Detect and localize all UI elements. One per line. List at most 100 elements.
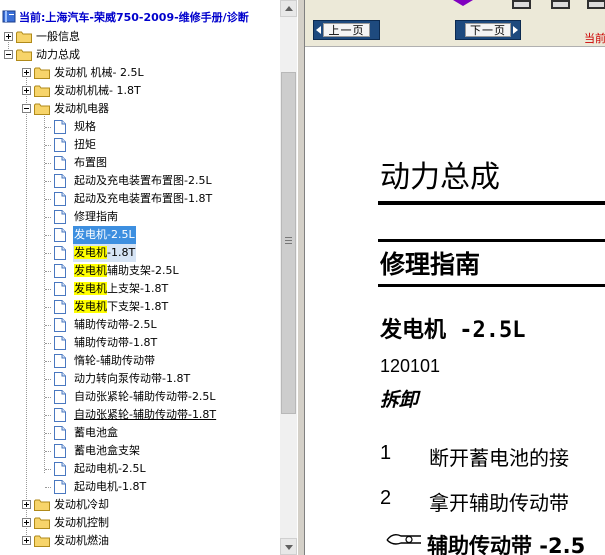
tree-item-label: 扭矩 [74, 138, 96, 151]
tree-header-text: 当前:上海汽车-荣威750-2009-维修手册/诊断 [19, 11, 249, 24]
tree-guide-line [45, 163, 51, 164]
tree-folder-item[interactable]: 发动机机械- 1.8T [0, 82, 280, 100]
expand-icon[interactable] [22, 500, 31, 509]
tree-page-item[interactable]: 辅助传动带-1.8T [0, 334, 280, 352]
section-heading: 修理指南 [380, 250, 481, 279]
tree-folder-item[interactable]: 一般信息 [0, 28, 280, 46]
tree-guide-line [45, 433, 51, 434]
prev-page-button[interactable]: 上一页 [313, 20, 380, 40]
window-icon-2[interactable] [551, 0, 570, 9]
tree-page-item[interactable]: 修理指南 [0, 208, 280, 226]
tree-folder-item[interactable]: 发动机电器 [0, 100, 280, 118]
tree-page-item[interactable]: 布置图 [0, 154, 280, 172]
tree-guide-line [45, 397, 51, 398]
tree-item-label: 动力转向泵传动带-1.8T [74, 372, 191, 385]
tree-page-item[interactable]: 发电机-1.8T [0, 244, 280, 262]
tree-guide-line [45, 415, 51, 416]
page-icon [54, 120, 66, 134]
folder-icon [34, 517, 50, 529]
tree-page-item[interactable]: 自动张紧轮-辅助传动带-2.5L [0, 388, 280, 406]
tree-page-item[interactable]: 蓄电池盒支架 [0, 442, 280, 460]
tree-page-item[interactable]: 扭矩 [0, 136, 280, 154]
tree-item-label: 自动张紧轮-辅助传动带-1.8T [74, 408, 217, 421]
window-icon[interactable] [512, 0, 531, 9]
expand-icon[interactable] [22, 518, 31, 527]
tree-item-label: 发电机-1.8T [73, 244, 137, 262]
page-icon [54, 192, 66, 206]
procedure-title: 发电机 -2.5L [380, 318, 526, 343]
pane-splitter[interactable] [297, 0, 305, 555]
tree-page-item[interactable]: 惰轮-辅助传动带 [0, 352, 280, 370]
tree-page-item[interactable]: 发电机上支架-1.8T [0, 280, 280, 298]
tree-item-label: 发动机燃油 [54, 534, 109, 547]
tree-page-item[interactable]: 发电机-2.5L [0, 226, 280, 244]
tree-folder-item[interactable]: 动力总成 [0, 46, 280, 64]
step-text: 断开蓄电池的接 [429, 446, 569, 470]
prev-page-label: 上一页 [323, 23, 370, 37]
window-icon-3[interactable] [587, 0, 605, 9]
tree-folder-item[interactable]: 发动机控制 [0, 514, 280, 532]
tree-header[interactable]: 当前:上海汽车-荣威750-2009-维修手册/诊断 [0, 10, 249, 26]
tree-page-item[interactable]: 起动电机-2.5L [0, 460, 280, 478]
next-page-button[interactable]: 下一页 [455, 20, 521, 40]
tree-item-label: 发动机冷却 [54, 498, 109, 511]
page-icon [54, 264, 66, 278]
page-icon [54, 480, 66, 494]
tree-item-label: 修理指南 [74, 210, 118, 223]
tree-guide-line [45, 181, 51, 182]
tree-guide-line [45, 325, 51, 326]
scroll-up-button[interactable] [280, 0, 297, 17]
page-icon [54, 372, 66, 386]
tree-page-item[interactable]: 发电机下支架-1.8T [0, 298, 280, 316]
page-icon [54, 228, 66, 242]
tree-item-label: 发动机 机械- 2.5L [54, 66, 144, 79]
belt-icon [386, 533, 421, 545]
tree-guide-line [45, 235, 51, 236]
tree-guide-line [45, 451, 51, 452]
page-icon [54, 282, 66, 296]
document-pane: 上一页 下一页 当前 动力总成 修理指南 发电机 -2.5L 120101 拆卸… [305, 0, 605, 555]
folder-open-icon [34, 103, 50, 115]
tree-page-item[interactable]: 起动电机-1.8T [0, 478, 280, 496]
tree-guide-line [45, 217, 51, 218]
step-text: 拿开辅助传动带 [429, 491, 569, 515]
tree-guide-line [45, 307, 51, 308]
expand-icon[interactable] [22, 86, 31, 95]
scroll-thumb[interactable] [281, 72, 296, 414]
current-location-tag: 当前 [584, 32, 605, 45]
tree-scrollbar[interactable] [280, 0, 297, 555]
nav-toolbar: 上一页 下一页 当前 [305, 0, 605, 47]
tree-page-item[interactable]: 自动张紧轮-辅助传动带-1.8T [0, 406, 280, 424]
tree-guide-line [45, 469, 51, 470]
tree-page-item[interactable]: 辅助传动带-2.5L [0, 316, 280, 334]
tree-item-label: 发电机上支架-1.8T [74, 282, 169, 295]
arrow-left-icon [316, 26, 321, 34]
tree-guide-line [45, 379, 51, 380]
tree-guide-line [45, 253, 51, 254]
scroll-down-button[interactable] [280, 538, 297, 555]
folder-icon [34, 67, 50, 79]
tree-item-label: 辅助传动带-1.8T [74, 336, 158, 349]
tree-page-item[interactable]: 起动及充电装置布置图-2.5L [0, 172, 280, 190]
tree-folder-item[interactable]: 发动机冷却 [0, 496, 280, 514]
expand-icon[interactable] [22, 536, 31, 545]
tree-item-label: 发电机下支架-1.8T [74, 300, 169, 313]
procedure-code: 120101 [380, 356, 441, 376]
tree-item-label: 自动张紧轮-辅助传动带-2.5L [74, 390, 216, 403]
tree-guide-line [45, 127, 51, 128]
tree-item-label: 动力总成 [36, 48, 80, 61]
tree-folder-item[interactable]: 发动机 机械- 2.5L [0, 64, 280, 82]
collapse-icon[interactable] [22, 104, 31, 113]
tree-folder-item[interactable]: 发动机燃油 [0, 532, 280, 550]
collapse-icon[interactable] [4, 50, 13, 59]
tree-page-item[interactable]: 动力转向泵传动带-1.8T [0, 370, 280, 388]
page-icon [54, 210, 66, 224]
tree-page-item[interactable]: 发电机辅助支架-2.5L [0, 262, 280, 280]
tree-page-item[interactable]: 蓄电池盒 [0, 424, 280, 442]
page-icon [54, 426, 66, 440]
expand-icon[interactable] [22, 68, 31, 77]
expand-icon[interactable] [4, 32, 13, 41]
tree-page-item[interactable]: 起动及充电装置布置图-1.8T [0, 190, 280, 208]
tree-item-label: 发动机机械- 1.8T [54, 84, 141, 97]
tree-page-item[interactable]: 规格 [0, 118, 280, 136]
